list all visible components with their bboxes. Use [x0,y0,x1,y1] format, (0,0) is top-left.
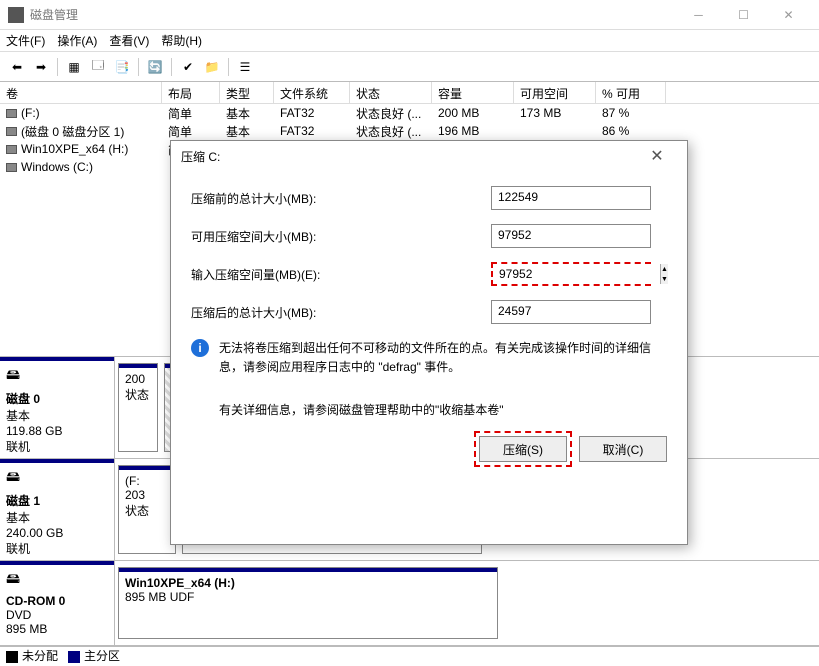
settings-button[interactable]: 📑 [111,56,133,78]
maximize-button[interactable]: ☐ [721,0,766,29]
titlebar: 磁盘管理 ─ ☐ ✕ [0,0,819,30]
col-free[interactable]: 可用空间 [514,82,596,103]
dialog-title: 压缩 C: [181,148,637,165]
total-after-value: 24597 [491,300,651,324]
legend-unalloc-swatch [6,651,18,663]
separator [57,58,58,76]
separator [228,58,229,76]
spin-down[interactable]: ▼ [661,274,668,284]
info-text: 无法将卷压缩到超出任何不可移动的文件所在的点。有关完成该操作时间的详细信息，请参… [219,339,667,377]
shrink-dialog: 压缩 C: ✕ 压缩前的总计大小(MB): 122549 可用压缩空间大小(MB… [170,140,688,545]
col-fs[interactable]: 文件系统 [274,82,350,103]
disk-row: 🖴CD-ROM 0DVD895 MBWin10XPE_x64 (H:)895 M… [0,561,819,646]
dialog-titlebar: 压缩 C: ✕ [171,141,687,171]
cancel-button[interactable]: 取消(C) [579,436,667,462]
view-button[interactable]: 🗔 [87,56,109,78]
partition[interactable]: 200状态 [118,363,158,452]
total-before-value: 122549 [491,186,651,210]
input-label: 输入压缩空间量(MB)(E): [191,266,491,283]
panes-button[interactable]: ▦ [63,56,85,78]
col-layout[interactable]: 布局 [162,82,220,103]
legend-unalloc: 未分配 [22,649,58,663]
avail-value: 97952 [491,224,651,248]
spin-up[interactable]: ▲ [661,264,668,274]
total-before-label: 压缩前的总计大小(MB): [191,190,491,207]
menu-help[interactable]: 帮助(H) [161,32,202,49]
menubar: 文件(F) 操作(A) 查看(V) 帮助(H) [0,30,819,52]
forward-button[interactable]: ➡ [30,56,52,78]
shrink-input-field[interactable] [493,264,660,284]
col-volume[interactable]: 卷 [0,82,162,103]
minimize-button[interactable]: ─ [676,0,721,29]
volume-row[interactable]: (磁盘 0 磁盘分区 1)简单基本FAT32状态良好 (...196 MB86 … [0,122,819,140]
list-button[interactable]: ☰ [234,56,256,78]
window-title: 磁盘管理 [30,6,676,23]
toolbar: ⬅ ➡ ▦ 🗔 📑 🔄 ✔ 📁 ☰ [0,52,819,82]
app-icon [8,7,24,23]
folder-button[interactable]: 📁 [201,56,223,78]
separator [138,58,139,76]
volume-row[interactable]: (F:)简单基本FAT32状态良好 (...200 MB173 MB87 % [0,104,819,122]
info-icon: i [191,339,209,357]
shrink-button[interactable]: 压缩(S) [479,436,567,462]
partition[interactable]: (F:203状态 [118,465,176,554]
check-button[interactable]: ✔ [177,56,199,78]
spinner-buttons[interactable]: ▲▼ [660,264,668,284]
close-button[interactable]: ✕ [766,0,811,29]
dialog-close-button[interactable]: ✕ [637,146,677,166]
legend-primary: 主分区 [84,649,120,663]
col-capacity[interactable]: 容量 [432,82,514,103]
separator [171,58,172,76]
volume-list-header: 卷 布局 类型 文件系统 状态 容量 可用空间 % 可用 [0,82,819,104]
total-after-label: 压缩后的总计大小(MB): [191,304,491,321]
note-text: 有关详细信息，请参阅磁盘管理帮助中的"收缩基本卷" [191,395,667,418]
shrink-input[interactable]: ▲▼ [491,262,651,286]
col-status[interactable]: 状态 [350,82,432,103]
refresh-button[interactable]: 🔄 [144,56,166,78]
legend: 未分配 主分区 [0,646,819,664]
avail-label: 可用压缩空间大小(MB): [191,228,491,245]
menu-file[interactable]: 文件(F) [6,32,45,49]
partition[interactable]: Win10XPE_x64 (H:)895 MB UDF [118,567,498,639]
back-button[interactable]: ⬅ [6,56,28,78]
menu-action[interactable]: 操作(A) [57,32,97,49]
legend-primary-swatch [68,651,80,663]
col-type[interactable]: 类型 [220,82,274,103]
menu-view[interactable]: 查看(V) [109,32,149,49]
col-pct[interactable]: % 可用 [596,82,666,103]
